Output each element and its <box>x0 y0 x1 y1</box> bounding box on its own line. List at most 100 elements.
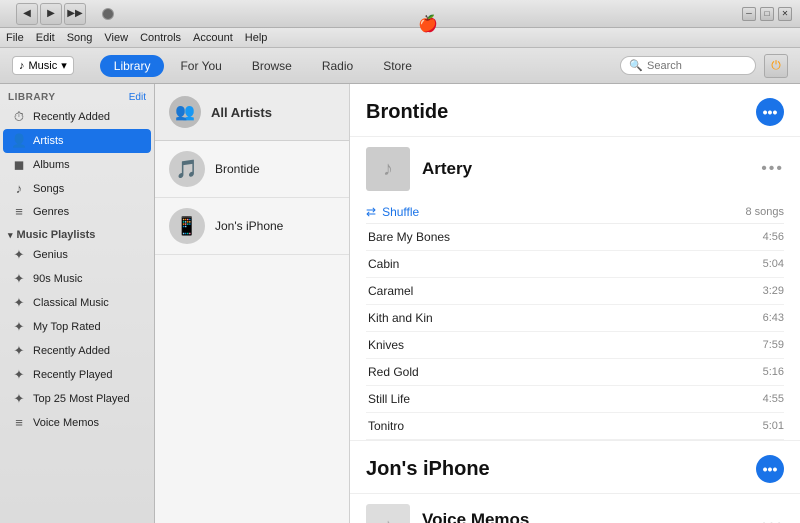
close-button[interactable]: ✕ <box>778 7 792 21</box>
brontide-avatar: 🎵 <box>169 151 205 187</box>
shuffle-icon: ⇄ <box>366 205 376 219</box>
sidebar-item-label: Recently Played <box>33 369 113 381</box>
brontide-name: Brontide <box>215 162 260 176</box>
source-selector[interactable]: ♪ Music ▾ <box>12 56 74 75</box>
sidebar-item-recently-added-playlist[interactable]: ✦ Recently Added <box>3 339 151 363</box>
song-row[interactable]: Caramel 3:29 <box>366 278 784 305</box>
maximize-button[interactable]: □ <box>760 7 774 21</box>
sidebar-item-genius[interactable]: ✦ Genius <box>3 243 151 267</box>
artist-list: 👥 All Artists 🎵 Brontide 📱 Jon's iPhone <box>155 84 350 523</box>
tab-radio[interactable]: Radio <box>308 55 367 77</box>
sidebar: Library Edit ⏱ Recently Added 👤 Artists … <box>0 84 155 523</box>
sidebar-item-90s-music[interactable]: ✦ 90s Music <box>3 267 151 291</box>
sidebar-item-label: Artists <box>33 135 64 147</box>
playlist-icon: ✦ <box>11 343 27 359</box>
sidebar-item-classical-music[interactable]: ✦ Classical Music <box>3 291 151 315</box>
song-row[interactable]: Still Life 4:55 <box>366 386 784 413</box>
voice-memos-section: ♪ Voice Memos Voice Memo • 2016 ••• ⇄ Sh… <box>350 494 800 523</box>
all-artists-label: All Artists <box>211 105 272 120</box>
sidebar-item-top25[interactable]: ✦ Top 25 Most Played <box>3 387 151 411</box>
song-row[interactable]: Kith and Kin 6:43 <box>366 305 784 332</box>
menu-song[interactable]: Song <box>67 32 93 44</box>
sidebar-item-label: My Top Rated <box>33 321 101 333</box>
sidebar-item-label: Voice Memos <box>33 417 99 429</box>
shuffle-label: Shuffle <box>382 205 419 219</box>
artist-brontide[interactable]: 🎵 Brontide <box>155 141 349 198</box>
search-box[interactable]: 🔍 <box>620 56 756 75</box>
sidebar-item-songs[interactable]: ♪ Songs <box>3 177 151 200</box>
music-note-icon: ♪ <box>19 60 25 72</box>
sidebar-item-label: Genius <box>33 249 68 261</box>
search-input[interactable] <box>647 60 747 72</box>
playlist-icon: ✦ <box>11 391 27 407</box>
song-duration: 5:01 <box>763 420 784 432</box>
jons-iphone-more-button[interactable]: ••• <box>756 455 784 483</box>
voice-memos-more-button[interactable]: ••• <box>761 517 784 523</box>
jons-iphone-title: Jon's iPhone <box>366 458 490 481</box>
airplay-button[interactable]: ⏻ <box>764 54 788 78</box>
all-artists-header[interactable]: 👥 All Artists <box>155 84 349 141</box>
play-button[interactable]: ▶ <box>40 3 62 25</box>
sidebar-item-artists[interactable]: 👤 Artists <box>3 129 151 153</box>
menu-account[interactable]: Account <box>193 32 233 44</box>
title-bar-right: ─ □ ✕ <box>742 7 792 21</box>
brontide-more-button[interactable]: ••• <box>756 98 784 126</box>
minimize-button[interactable]: ─ <box>742 7 756 21</box>
voice-memos-title: Voice Memos <box>422 510 529 523</box>
sidebar-item-voice-memos[interactable]: ≡ Voice Memos <box>3 411 151 434</box>
nav-bar: ♪ Music ▾ Library For You Browse Radio S… <box>0 48 800 84</box>
title-bar: ◀ ▶ ▶▶ 🍎 ─ □ ✕ <box>0 0 800 28</box>
window-controls: ◀ ▶ ▶▶ <box>8 3 114 25</box>
song-name: Knives <box>366 338 404 352</box>
playlist-icon: ✦ <box>11 319 27 335</box>
song-duration: 4:55 <box>763 393 784 405</box>
song-row[interactable]: Red Gold 5:16 <box>366 359 784 386</box>
all-artists-icon: 👥 <box>169 96 201 128</box>
jons-iphone-name: Jon's iPhone <box>215 219 283 233</box>
menu-file[interactable]: File <box>6 32 24 44</box>
forward-button[interactable]: ▶▶ <box>64 3 86 25</box>
sidebar-item-recently-played[interactable]: ✦ Recently Played <box>3 363 151 387</box>
song-row[interactable]: Cabin 5:04 <box>366 251 784 278</box>
song-count: 8 songs <box>745 206 784 218</box>
song-duration: 6:43 <box>763 312 784 324</box>
sidebar-item-my-top-rated[interactable]: ✦ My Top Rated <box>3 315 151 339</box>
menu-bar: File Edit Song View Controls Account Hel… <box>0 28 800 48</box>
song-name: Kith and Kin <box>366 311 433 325</box>
menu-edit[interactable]: Edit <box>36 32 55 44</box>
sidebar-item-label: Recently Added <box>33 345 110 357</box>
album-more-button[interactable]: ••• <box>761 160 784 178</box>
playlists-section-header[interactable]: ▾ Music Playlists <box>0 223 154 243</box>
playlist-icon: ✦ <box>11 295 27 311</box>
sidebar-item-genres[interactable]: ≡ Genres <box>3 200 151 223</box>
tab-store[interactable]: Store <box>369 55 426 77</box>
edit-button[interactable]: Edit <box>129 92 146 103</box>
song-duration: 3:29 <box>763 285 784 297</box>
playlist-icon: ✦ <box>11 271 27 287</box>
menu-help[interactable]: Help <box>245 32 268 44</box>
sidebar-item-albums[interactable]: ◼ Albums <box>3 153 151 177</box>
song-name: Still Life <box>366 392 410 406</box>
song-row[interactable]: Bare My Bones 4:56 <box>366 224 784 251</box>
tab-library[interactable]: Library <box>100 55 165 77</box>
nav-tabs: Library For You Browse Radio Store <box>100 55 426 77</box>
song-row[interactable]: Knives 7:59 <box>366 332 784 359</box>
song-row[interactable]: Tonitro 5:01 <box>366 413 784 440</box>
menu-view[interactable]: View <box>104 32 128 44</box>
song-name: Red Gold <box>366 365 419 379</box>
list-icon: ≡ <box>11 415 27 430</box>
voice-memos-art: ♪ <box>366 504 410 523</box>
song-name: Tonitro <box>366 419 404 433</box>
artist-jons-iphone[interactable]: 📱 Jon's iPhone <box>155 198 349 255</box>
nav-right: 🔍 ⏻ <box>620 54 788 78</box>
album-title: Artery <box>422 159 472 179</box>
genius-icon: ✦ <box>11 247 27 263</box>
shuffle-button[interactable]: ⇄ Shuffle <box>366 205 419 219</box>
back-button[interactable]: ◀ <box>16 3 38 25</box>
detail-pane: Brontide ••• ♪ Artery ••• ⇄ Shuffle 8 so… <box>350 84 800 523</box>
album-header: ♪ Artery ••• <box>366 147 784 199</box>
menu-controls[interactable]: Controls <box>140 32 181 44</box>
tab-browse[interactable]: Browse <box>238 55 306 77</box>
sidebar-item-recently-added[interactable]: ⏱ Recently Added <box>3 105 151 129</box>
tab-foryou[interactable]: For You <box>166 55 235 77</box>
